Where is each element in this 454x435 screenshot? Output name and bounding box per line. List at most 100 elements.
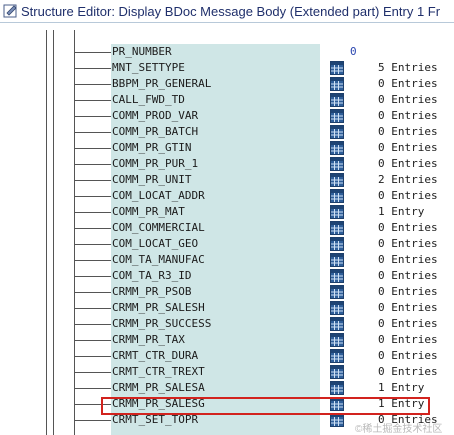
tree-connector bbox=[74, 260, 111, 261]
entry-count: 0 Entries bbox=[378, 333, 438, 346]
tree-connector bbox=[74, 164, 111, 165]
tree-node-label[interactable]: COMM_PR_GTIN bbox=[112, 140, 191, 156]
tree-node-label[interactable]: CALL_FWD_TD bbox=[112, 92, 185, 108]
tree-node-label[interactable]: COMM_PR_BATCH bbox=[112, 124, 198, 140]
entry-count: 0 Entries bbox=[378, 189, 438, 202]
entry-count: 0 Entries bbox=[378, 221, 438, 234]
entry-count: 0 Entries bbox=[378, 125, 438, 138]
tree-row[interactable]: CRMM_PR_TAX 0 Entries bbox=[0, 332, 454, 348]
table-icon[interactable] bbox=[330, 349, 344, 363]
tree-node-label[interactable]: MNT_SETTYPE bbox=[112, 60, 185, 76]
table-icon[interactable] bbox=[330, 253, 344, 267]
entry-count: 0 Entries bbox=[378, 77, 438, 90]
tree-row[interactable]: MNT_SETTYPE 5 Entries bbox=[0, 60, 454, 76]
tree-row[interactable]: CRMM_PR_SUCCESS 0 Entries bbox=[0, 316, 454, 332]
entry-count: 1 Entry bbox=[378, 205, 425, 218]
table-icon[interactable] bbox=[330, 125, 344, 139]
entry-count: 0 Entries bbox=[378, 365, 438, 378]
table-icon[interactable] bbox=[330, 301, 344, 315]
tree-connector bbox=[74, 244, 111, 245]
tree-row[interactable]: CALL_FWD_TD 0 Entries bbox=[0, 92, 454, 108]
table-icon[interactable] bbox=[330, 317, 344, 331]
tree-connector bbox=[74, 276, 111, 277]
tree-node-label[interactable]: BBPM_PR_GENERAL bbox=[112, 76, 211, 92]
tree-connector bbox=[74, 372, 111, 373]
table-icon[interactable] bbox=[330, 157, 344, 171]
table-icon[interactable] bbox=[330, 237, 344, 251]
tree-node-label[interactable]: PR_NUMBER bbox=[112, 44, 172, 60]
table-icon[interactable] bbox=[330, 381, 344, 395]
tree-row[interactable]: CRMM_PR_SALESH 0 Entries bbox=[0, 300, 454, 316]
tree-node-label[interactable]: COM_LOCAT_GEO bbox=[112, 236, 198, 252]
table-icon[interactable] bbox=[330, 93, 344, 107]
tree-connector bbox=[74, 180, 111, 181]
table-icon[interactable] bbox=[330, 285, 344, 299]
entry-count: 1 Entry bbox=[378, 381, 425, 394]
tree-connector bbox=[74, 52, 111, 53]
table-icon[interactable] bbox=[330, 413, 344, 427]
entry-count: 0 Entries bbox=[378, 109, 438, 122]
table-icon[interactable] bbox=[330, 221, 344, 235]
tree-row[interactable]: COM_COMMERCIAL 0 Entries bbox=[0, 220, 454, 236]
tree-node-label[interactable]: CRMT_CTR_TREXT bbox=[112, 364, 205, 380]
display-mode-icon bbox=[3, 4, 17, 18]
tree-row[interactable]: COM_TA_MANUFAC 0 Entries bbox=[0, 252, 454, 268]
tree-connector bbox=[74, 116, 111, 117]
tree-node-label[interactable]: COM_TA_MANUFAC bbox=[112, 252, 205, 268]
tree-row[interactable]: CRMM_PR_PSOB 0 Entries bbox=[0, 284, 454, 300]
tree-node-label[interactable]: COMM_PR_UNIT bbox=[112, 172, 191, 188]
tree-row[interactable]: COMM_PR_BATCH 0 Entries bbox=[0, 124, 454, 140]
tree-connector bbox=[74, 228, 111, 229]
table-icon[interactable] bbox=[330, 109, 344, 123]
tree-node-label[interactable]: CRMM_PR_SALESH bbox=[112, 300, 205, 316]
tree-node-label[interactable]: COM_TA_R3_ID bbox=[112, 268, 191, 284]
entry-count: 0 Entries bbox=[378, 317, 438, 330]
tree-row[interactable]: CRMM_PR_SALESA 1 Entry bbox=[0, 380, 454, 396]
tree-node-label[interactable]: COM_LOCAT_ADDR bbox=[112, 188, 205, 204]
tree-row[interactable]: CRMT_CTR_DURA 0 Entries bbox=[0, 348, 454, 364]
table-icon[interactable] bbox=[330, 333, 344, 347]
table-icon[interactable] bbox=[330, 269, 344, 283]
entry-count: 5 Entries bbox=[378, 61, 438, 74]
tree-node-label[interactable]: CRMT_CTR_DURA bbox=[112, 348, 198, 364]
tree-row[interactable]: BBPM_PR_GENERAL 0 Entries bbox=[0, 76, 454, 92]
entry-count: 0 Entries bbox=[378, 349, 438, 362]
entry-count: 0 bbox=[350, 45, 357, 58]
tree-node-label[interactable]: COM_COMMERCIAL bbox=[112, 220, 205, 236]
tree-row[interactable]: COMM_PR_GTIN 0 Entries bbox=[0, 140, 454, 156]
tree-row[interactable]: COMM_PR_PUR_1 0 Entries bbox=[0, 156, 454, 172]
table-icon[interactable] bbox=[330, 77, 344, 91]
tree-row[interactable]: COMM_PROD_VAR 0 Entries bbox=[0, 108, 454, 124]
entry-count: 0 Entries bbox=[378, 301, 438, 314]
tree-connector bbox=[74, 212, 111, 213]
tree-node-label[interactable]: CRMM_PR_PSOB bbox=[112, 284, 191, 300]
tree-node-label[interactable]: COMM_PR_MAT bbox=[112, 204, 185, 220]
tree-row[interactable]: COM_LOCAT_ADDR 0 Entries bbox=[0, 188, 454, 204]
tree-row[interactable]: CRMT_CTR_TREXT 0 Entries bbox=[0, 364, 454, 380]
tree-row[interactable]: PR_NUMBER 0 bbox=[0, 44, 454, 60]
entry-count: 0 Entries bbox=[378, 141, 438, 154]
table-icon[interactable] bbox=[330, 61, 344, 75]
watermark: ©稀土掘金技术社区 bbox=[355, 424, 443, 435]
entry-count: 0 Entries bbox=[378, 253, 438, 266]
tree-row[interactable]: COMM_PR_UNIT 2 Entries bbox=[0, 172, 454, 188]
tree-row[interactable]: COM_LOCAT_GEO 0 Entries bbox=[0, 236, 454, 252]
tree-node-label[interactable]: COMM_PROD_VAR bbox=[112, 108, 198, 124]
table-icon[interactable] bbox=[330, 173, 344, 187]
entry-count: 0 Entries bbox=[378, 93, 438, 106]
table-icon[interactable] bbox=[330, 205, 344, 219]
entry-count: 0 Entries bbox=[378, 269, 438, 282]
entry-count: 2 Entries bbox=[378, 173, 438, 186]
entry-count: 0 Entries bbox=[378, 237, 438, 250]
tree-connector bbox=[74, 196, 111, 197]
tree-connector bbox=[74, 340, 111, 341]
tree-node-label[interactable]: CRMM_PR_SUCCESS bbox=[112, 316, 211, 332]
tree-node-label[interactable]: COMM_PR_PUR_1 bbox=[112, 156, 198, 172]
table-icon[interactable] bbox=[330, 365, 344, 379]
table-icon[interactable] bbox=[330, 189, 344, 203]
tree-node-label[interactable]: CRMM_PR_SALESA bbox=[112, 380, 205, 396]
table-icon[interactable] bbox=[330, 141, 344, 155]
tree-row[interactable]: COM_TA_R3_ID 0 Entries bbox=[0, 268, 454, 284]
tree-node-label[interactable]: CRMM_PR_TAX bbox=[112, 332, 185, 348]
tree-row[interactable]: COMM_PR_MAT 1 Entry bbox=[0, 204, 454, 220]
